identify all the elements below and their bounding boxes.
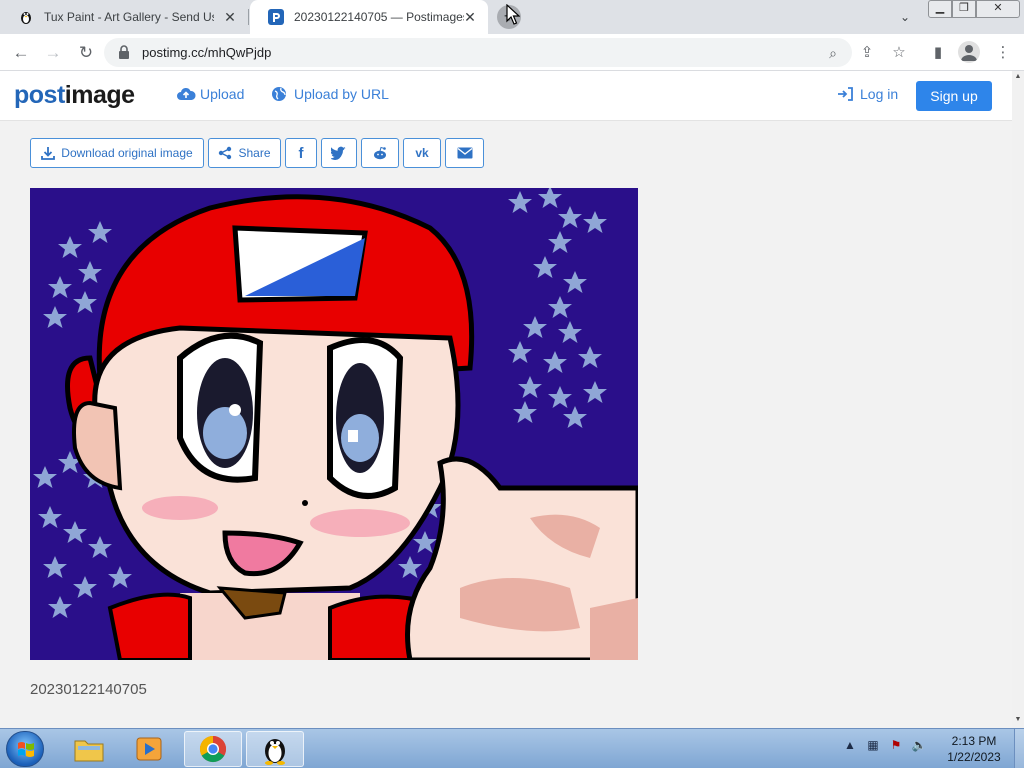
share-button[interactable]: Share: [208, 138, 281, 168]
login-link[interactable]: Log in: [836, 86, 898, 102]
media-player-icon[interactable]: [120, 731, 178, 767]
side-panel-icon[interactable]: ▮: [927, 42, 949, 64]
download-original-button[interactable]: Download original image: [30, 138, 204, 168]
system-tray: ▲ ▦ ⚑ 🔈: [842, 737, 927, 753]
windows-logo-icon: [18, 742, 34, 757]
reddit-icon[interactable]: [361, 138, 399, 168]
tux-paint-taskbar-icon[interactable]: [246, 731, 304, 767]
close-tab-icon[interactable]: ✕: [462, 9, 478, 25]
lock-icon: [119, 45, 129, 59]
scroll-down-arrow-icon[interactable]: ▼: [1012, 714, 1024, 726]
postimage-logo[interactable]: postimage: [14, 81, 135, 110]
image-caption: 20230122140705: [30, 681, 147, 698]
share-label: Share: [238, 146, 271, 160]
logo-text-image: image: [64, 81, 135, 109]
clock-time: 2:13 PM: [951, 734, 997, 748]
url-text: postimg.cc/mhQwPjdp: [142, 45, 272, 60]
signup-button[interactable]: Sign up: [916, 81, 992, 111]
search-icon[interactable]: ⌕: [824, 44, 842, 62]
share-icon: [219, 146, 232, 160]
address-bar[interactable]: postimg.cc/mhQwPjdp ⌕: [104, 38, 852, 67]
login-label: Log in: [860, 86, 899, 102]
close-window-button[interactable]: ✕: [976, 0, 1020, 18]
show-desktop-button[interactable]: [1014, 729, 1024, 768]
facebook-icon[interactable]: f: [285, 138, 317, 168]
email-icon[interactable]: [445, 138, 484, 168]
restore-button[interactable]: ❐: [952, 0, 976, 18]
tray-expand-icon[interactable]: ▲: [842, 737, 858, 753]
tab-title: 20230122140705 — Postimages: [294, 10, 464, 24]
action-center-flag-icon[interactable]: ⚑: [888, 737, 904, 753]
windows-taskbar: ▲ ▦ ⚑ 🔈 2:13 PM 1/22/2023: [0, 728, 1024, 768]
sign-in-icon: [838, 87, 853, 101]
drawing-boy-with-red-cap: [30, 188, 638, 660]
chevron-down-icon[interactable]: ⌄: [896, 8, 914, 26]
upload-label: Upload: [200, 86, 245, 102]
mouse-cursor-icon: [506, 4, 520, 25]
twitter-icon[interactable]: [321, 138, 357, 168]
globe-icon: [272, 87, 286, 101]
close-tab-icon[interactable]: ✕: [222, 9, 238, 25]
back-arrow-icon[interactable]: ←: [10, 42, 32, 64]
cloud-upload-icon: [177, 87, 196, 100]
browser-toolbar: ← → ↻ postimg.cc/mhQwPjdp ⌕ ⇪ ☆ ▮ ⋮: [0, 34, 1024, 71]
clock-date: 1/22/2023: [947, 750, 1001, 764]
chrome-taskbar-icon[interactable]: [184, 731, 242, 767]
taskbar-clock[interactable]: 2:13 PM 1/22/2023: [940, 733, 1008, 765]
tab-tux-paint[interactable]: Tux Paint - Art Gallery - Send Us ✕: [0, 0, 248, 34]
file-explorer-icon[interactable]: [60, 731, 118, 767]
forward-arrow-icon[interactable]: →: [42, 42, 64, 64]
volume-icon[interactable]: 🔈: [911, 737, 927, 753]
download-icon: [41, 147, 56, 160]
uploaded-artwork-image[interactable]: [30, 188, 638, 660]
penguin-icon: [18, 9, 34, 25]
upload-by-url-link[interactable]: Upload by URL: [270, 86, 389, 102]
tab-postimages[interactable]: 20230122140705 — Postimages ✕: [250, 0, 488, 34]
tab-separator: [248, 9, 249, 25]
postimages-favicon: [268, 9, 284, 25]
menu-icon[interactable]: ⋮: [992, 42, 1014, 64]
site-header: postimage Upload Upload by URL Log in Si…: [0, 71, 1012, 121]
page-scrollbar[interactable]: ▲ ▼: [1012, 71, 1024, 728]
upload-link[interactable]: Upload: [176, 86, 244, 102]
network-icon[interactable]: ▦: [865, 737, 881, 753]
profile-avatar-icon[interactable]: [958, 41, 980, 63]
start-button[interactable]: [6, 731, 44, 767]
scroll-up-arrow-icon[interactable]: ▲: [1012, 71, 1024, 83]
upload-by-url-label: Upload by URL: [294, 86, 389, 102]
download-label: Download original image: [61, 146, 193, 160]
tab-title: Tux Paint - Art Gallery - Send Us: [44, 10, 214, 24]
share-page-icon[interactable]: ⇪: [856, 42, 878, 64]
vk-icon[interactable]: vk: [403, 138, 441, 168]
bookmark-star-icon[interactable]: ☆: [888, 42, 910, 64]
reload-icon[interactable]: ↻: [75, 42, 97, 64]
page-content: postimage Upload Upload by URL Log in Si…: [0, 71, 1012, 728]
minimize-button[interactable]: ▁: [928, 0, 952, 18]
logo-text-post: post: [14, 81, 65, 109]
